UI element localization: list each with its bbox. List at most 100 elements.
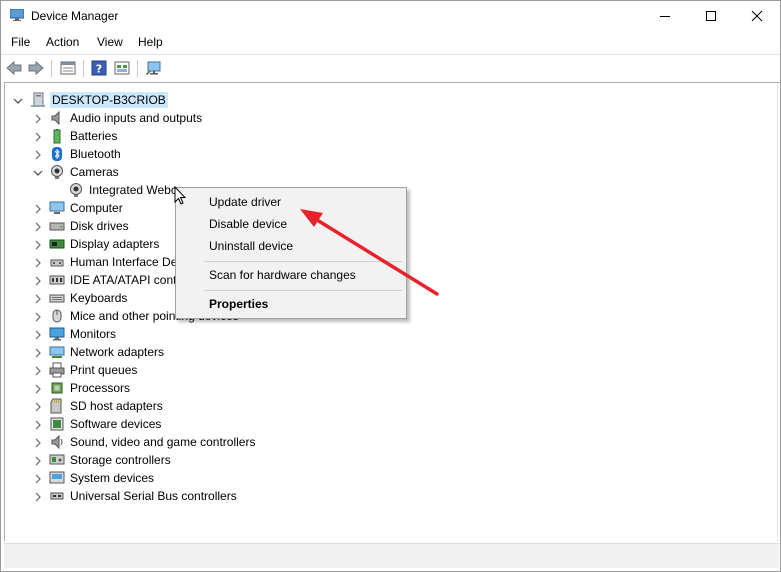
tree-category-label: Disk drives (70, 219, 129, 233)
chevron-right-icon[interactable] (33, 203, 43, 214)
maximize-button[interactable] (688, 1, 734, 31)
chevron-right-icon[interactable] (33, 113, 43, 124)
svg-text:?: ? (96, 63, 102, 76)
close-button[interactable] (734, 1, 780, 31)
menu-view[interactable]: View (97, 35, 123, 49)
device-manager-app-icon (9, 8, 25, 21)
chevron-right-icon[interactable] (33, 329, 43, 340)
system-device-icon (49, 470, 65, 486)
minimize-icon (660, 16, 670, 17)
tree-category-label: Processors (70, 381, 131, 395)
scan-monitor-icon[interactable] (145, 60, 162, 76)
tree-category-label: Universal Serial Bus controllers (70, 489, 237, 503)
chevron-right-icon[interactable] (33, 239, 43, 250)
toolbar-separator (51, 60, 52, 77)
tree-root[interactable]: DESKTOP-B3CRIOB (5, 91, 305, 109)
tree-category-monitors[interactable]: Monitors (5, 325, 325, 343)
chevron-right-icon[interactable] (33, 419, 43, 430)
ide-controller-icon (49, 272, 65, 288)
tree-category-sound-video-and-game-controllers[interactable]: Sound, video and game controllers (5, 433, 325, 451)
sound-icon (49, 434, 65, 450)
storage-icon (49, 452, 65, 468)
properties-grid-icon[interactable] (60, 60, 76, 76)
display-adapter-icon (49, 236, 65, 252)
tree-category-processors[interactable]: Processors (5, 379, 325, 397)
computer-icon (30, 92, 46, 108)
tree-category-batteries[interactable]: Batteries (5, 127, 325, 145)
tree-category-cameras[interactable]: Cameras (5, 163, 325, 181)
menu-file[interactable]: File (11, 35, 30, 49)
tree-category-network-adapters[interactable]: Network adapters (5, 343, 325, 361)
status-bar (4, 543, 779, 568)
tree-category-label: Software devices (70, 417, 162, 431)
tree-category-software-devices[interactable]: Software devices (5, 415, 325, 433)
menu-item-update-driver[interactable]: Update driver (209, 195, 281, 209)
webcam-icon (68, 182, 84, 198)
device-manager-window: Device Manager File Action View Help ? D… (0, 0, 781, 572)
sd-card-icon (49, 398, 65, 414)
mouse-icon (49, 308, 65, 324)
chevron-right-icon[interactable] (33, 401, 43, 412)
context-menu-separator (204, 261, 402, 262)
tree-category-universal-serial-bus-controllers[interactable]: Universal Serial Bus controllers (5, 487, 325, 505)
computer-icon (49, 200, 65, 216)
tree-category-label: Monitors (70, 327, 117, 341)
monitor-icon (49, 326, 65, 342)
tree-category-print-queues[interactable]: Print queues (5, 361, 325, 379)
chevron-right-icon[interactable] (33, 275, 43, 286)
tree-category-system-devices[interactable]: System devices (5, 469, 325, 487)
chevron-right-icon[interactable] (33, 383, 43, 394)
tree-category-label: Print queues (70, 363, 138, 377)
computer-name-label: DESKTOP-B3CRIOB (50, 92, 168, 108)
chevron-right-icon[interactable] (33, 311, 43, 322)
tree-category-sd-host-adapters[interactable]: SD host adapters (5, 397, 325, 415)
back-arrow-icon[interactable] (6, 60, 22, 76)
context-menu-separator (204, 290, 402, 291)
chevron-right-icon[interactable] (33, 221, 43, 232)
menu-action[interactable]: Action (46, 35, 79, 49)
keyboard-icon (49, 290, 65, 306)
context-menu: Update driver Disable device Uninstall d… (175, 187, 407, 319)
maximize-icon (706, 11, 716, 21)
toolbar: ? (1, 54, 780, 82)
tree-category-label: Storage controllers (70, 453, 171, 467)
tree-category-label: Audio inputs and outputs (70, 111, 203, 125)
minimize-button[interactable] (642, 1, 688, 31)
title-bar[interactable]: Device Manager (1, 1, 780, 31)
chevron-right-icon[interactable] (33, 491, 43, 502)
tree-category-audio-inputs-and-outputs[interactable]: Audio inputs and outputs (5, 109, 325, 127)
chevron-right-icon[interactable] (33, 455, 43, 466)
camera-icon (49, 164, 65, 180)
chevron-right-icon[interactable] (33, 437, 43, 448)
help-icon[interactable]: ? (91, 60, 107, 76)
forward-arrow-icon[interactable] (28, 60, 44, 76)
hid-icon (49, 254, 65, 270)
tree-category-label: Keyboards (70, 291, 128, 305)
chevron-right-icon[interactable] (33, 257, 43, 268)
battery-icon (49, 128, 65, 144)
tree-category-label: Sound, video and game controllers (70, 435, 256, 449)
menu-help[interactable]: Help (138, 35, 163, 49)
chevron-right-icon[interactable] (33, 293, 43, 304)
chevron-right-icon[interactable] (33, 131, 43, 142)
menu-item-disable-device[interactable]: Disable device (209, 217, 287, 231)
tree-category-label: Bluetooth (70, 147, 121, 161)
show-hidden-icon[interactable] (114, 60, 130, 76)
chevron-down-icon[interactable] (33, 167, 43, 177)
chevron-right-icon[interactable] (33, 473, 43, 484)
software-device-icon (49, 416, 65, 432)
menu-bar: File Action View Help (1, 31, 780, 53)
printer-icon (49, 362, 65, 378)
menu-item-properties[interactable]: Properties (209, 297, 268, 311)
tree-category-label: Display adapters (70, 237, 160, 251)
chevron-right-icon[interactable] (33, 365, 43, 376)
window-title: Device Manager (31, 9, 119, 23)
menu-item-scan-hardware[interactable]: Scan for hardware changes (209, 268, 356, 282)
chevron-down-icon[interactable] (13, 95, 23, 105)
menu-item-uninstall-device[interactable]: Uninstall device (209, 239, 293, 253)
chevron-right-icon[interactable] (33, 347, 43, 358)
tree-category-bluetooth[interactable]: Bluetooth (5, 145, 325, 163)
toolbar-separator (137, 60, 138, 77)
tree-category-storage-controllers[interactable]: Storage controllers (5, 451, 325, 469)
chevron-right-icon[interactable] (33, 149, 43, 160)
